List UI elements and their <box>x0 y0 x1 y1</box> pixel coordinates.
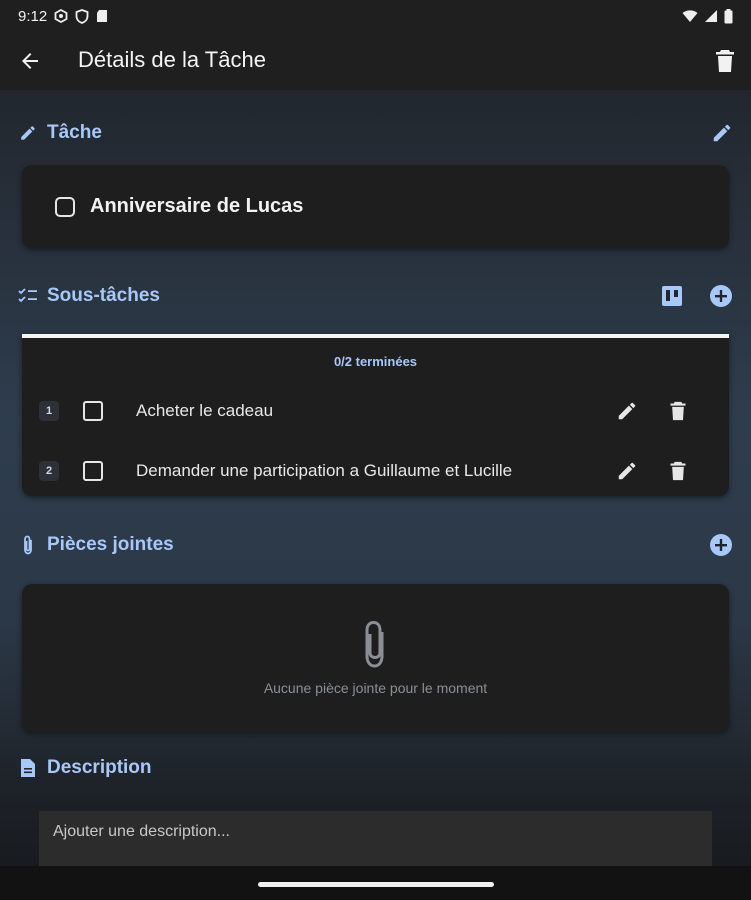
task-title: Anniversaire de Lucas <box>90 195 304 217</box>
shield-status-icon <box>75 8 89 24</box>
edit-icon <box>618 402 636 420</box>
delete-task-button[interactable] <box>713 48 737 74</box>
edit-task-button[interactable] <box>711 122 733 144</box>
arrow-back-icon <box>22 53 38 69</box>
subtask-number: 1 <box>39 401 59 421</box>
description-section-header: Description <box>18 753 733 783</box>
subtask-row: 2 Demander une participation a Guillaume… <box>22 451 729 491</box>
subtask-number: 2 <box>39 461 59 481</box>
settings-status-icon <box>54 9 68 23</box>
document-icon <box>18 758 38 778</box>
task-section-header: Tâche <box>18 118 733 148</box>
back-button[interactable] <box>18 49 42 73</box>
page-title: Détails de la Tâche <box>78 47 266 72</box>
wifi-icon <box>682 9 698 23</box>
paperclip-icon <box>359 618 391 670</box>
task-checkbox[interactable] <box>54 196 76 218</box>
edit-subtask-button[interactable] <box>616 460 638 482</box>
add-circle-icon <box>710 534 732 556</box>
subtasks-card: 0/2 terminées 1 Acheter le cadeau 2 Dema… <box>22 334 729 496</box>
checkbox-icon <box>55 196 75 217</box>
paperclip-icon <box>18 535 38 555</box>
navigation-bar <box>0 866 751 900</box>
add-attachment-button[interactable] <box>709 533 733 557</box>
trash-icon <box>670 401 686 421</box>
add-subtask-button[interactable] <box>709 284 733 308</box>
add-circle-icon <box>710 285 732 307</box>
edit-subtask-button[interactable] <box>616 400 638 422</box>
description-placeholder: Ajouter une description... <box>53 823 230 840</box>
sd-card-status-icon <box>96 9 108 23</box>
checkbox-icon <box>83 461 103 481</box>
delete-subtask-button[interactable] <box>668 460 688 482</box>
status-time: 9:12 <box>18 7 48 25</box>
task-card: Anniversaire de Lucas <box>22 165 729 248</box>
attachments-card: Aucune pièce jointe pour le moment <box>22 584 729 732</box>
signal-icon <box>704 9 718 23</box>
attachments-section-title: Pièces jointes <box>47 534 174 555</box>
trash-icon <box>670 461 686 481</box>
subtask-checkbox[interactable] <box>82 400 104 422</box>
subtask-row: 1 Acheter le cadeau <box>22 391 729 431</box>
subtask-label: Acheter le cadeau <box>136 401 274 420</box>
subtasks-progress: 0/2 terminées <box>333 354 418 369</box>
subtask-label: Demander une participation a Guillaume e… <box>136 461 513 480</box>
battery-icon <box>724 8 733 24</box>
checklist-icon <box>18 286 38 306</box>
subtask-checkbox[interactable] <box>82 460 104 482</box>
subtasks-section-header: Sous-tâches <box>18 281 733 311</box>
attachments-section-header: Pièces jointes <box>18 530 733 560</box>
attachments-empty-text: Aucune pièce jointe pour le moment <box>263 680 488 696</box>
edit-icon <box>713 124 731 142</box>
board-view-button[interactable] <box>661 285 683 307</box>
gesture-handle[interactable] <box>258 882 494 887</box>
subtasks-section-title: Sous-tâches <box>47 285 160 306</box>
status-bar: 9:12 <box>0 0 751 32</box>
pencil-icon <box>18 123 38 143</box>
checkbox-icon <box>83 401 103 421</box>
trash-icon <box>716 50 734 72</box>
task-section-title: Tâche <box>47 122 102 143</box>
description-input[interactable]: Ajouter une description... <box>39 811 712 867</box>
kanban-icon <box>662 286 682 306</box>
edit-icon <box>618 462 636 480</box>
description-section-title: Description <box>47 757 152 778</box>
app-bar: Détails de la Tâche <box>0 32 751 90</box>
delete-subtask-button[interactable] <box>668 400 688 422</box>
